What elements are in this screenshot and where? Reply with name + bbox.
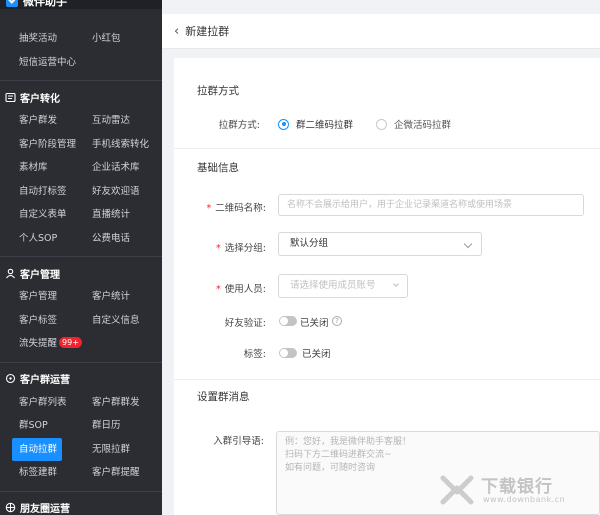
radio-label: 群二维码拉群	[296, 120, 354, 131]
sidebar-section-title: 客户转化	[20, 93, 60, 105]
sidebar-top-items: 抽奖活动 小红包 短信运营中心	[0, 27, 162, 74]
sidebar-item-custom-form[interactable]: 自定义表单	[0, 203, 72, 227]
watermark-url: www.downbank.cn	[483, 495, 566, 504]
sidebar-item-group-sop[interactable]: 群SOP	[0, 414, 72, 438]
intro-label: 入群引导语:	[213, 436, 264, 447]
sidebar-section-moments[interactable]: 朋友圈运营	[0, 496, 162, 515]
sidebar-item-tag-group[interactable]: 标签建群	[0, 461, 72, 485]
sidebar-item-group-list[interactable]: 客户群列表	[0, 391, 72, 415]
section-divider	[174, 148, 600, 149]
sidebar-section-customer-management[interactable]: 客户管理	[0, 261, 162, 285]
watermark: 下载银行 www.downbank.cn	[437, 470, 600, 515]
sidebar-item-stage-management[interactable]: 客户阶段管理	[0, 133, 76, 157]
top-strip	[162, 0, 600, 14]
sidebar-item-customer-tags[interactable]: 客户标签	[0, 309, 72, 333]
intro-placeholder-line: 例：您好，我是微伴助手客服！	[285, 437, 412, 447]
sidebar-item-personal-sop[interactable]: 个人SOP	[0, 227, 72, 251]
radio-selected-icon	[278, 118, 289, 130]
qrcode-name-label: * 二维码名称:	[206, 203, 266, 214]
help-icon[interactable]: ?	[332, 316, 342, 326]
people-icon	[5, 92, 16, 103]
section-title-basic: 基础信息	[197, 162, 239, 174]
sidebar-item-phone-leads[interactable]: 手机线索转化	[72, 133, 149, 157]
members-label: * 使用人员:	[216, 284, 266, 295]
sidebar-item-lottery[interactable]: 抽奖活动	[0, 27, 72, 51]
sidebar-section-items: 客户群发 互动雷达 客户阶段管理 手机线索转化 素材库 企业话术库 自动打标签 …	[0, 109, 162, 250]
group-icon	[5, 373, 16, 384]
sidebar-divider	[0, 361, 162, 363]
chevron-down-icon	[463, 239, 473, 249]
sidebar-section-items: 客户管理 客户统计 客户标签 自定义信息 流失提醒 99+	[0, 285, 162, 356]
sidebar-item-customer-stats[interactable]: 客户统计	[72, 285, 144, 309]
sidebar-item-material-library[interactable]: 素材库	[0, 156, 72, 180]
group-select[interactable]: 默认分组	[278, 232, 482, 256]
sidebar-item-red-packet[interactable]: 小红包	[72, 27, 144, 51]
section-divider	[174, 379, 600, 380]
sidebar: 微伴助手 抽奖活动 小红包 短信运营中心 客户转化 客户群发 互动雷达 客户阶段…	[0, 0, 162, 515]
sidebar-item-unlimited-pull-group[interactable]: 无限拉群	[72, 438, 144, 462]
sidebar-item-customer-management[interactable]: 客户管理	[0, 285, 72, 309]
tags-state: 已关闭	[302, 349, 331, 360]
radio-label: 企微活码拉群	[394, 120, 452, 131]
group-select-value: 默认分组	[290, 238, 329, 249]
section-title-message: 设置群消息	[197, 391, 250, 403]
page-title: 新建拉群	[185, 25, 230, 38]
sidebar-item-script-library[interactable]: 企业话术库	[72, 156, 144, 180]
sidebar-item-group-reminder[interactable]: 客户群提醒	[72, 461, 144, 485]
logo-icon	[6, 0, 18, 7]
qrcode-name-input[interactable]: 名称不会展示给用户，用于企业记录渠道名称或使用场景	[278, 194, 584, 216]
chevron-left-icon[interactable]: ‹	[174, 25, 179, 38]
members-placeholder: 请选择使用成员账号	[290, 280, 376, 291]
tags-label: 标签:	[243, 349, 266, 360]
user-icon	[5, 268, 16, 279]
brand-bar: 微伴助手	[0, 0, 162, 9]
verify-label: 好友验证:	[224, 318, 266, 329]
count-badge: 99+	[59, 337, 82, 348]
brand-name: 微伴助手	[23, 0, 67, 8]
sidebar-item-sms-center[interactable]: 短信运营中心	[0, 51, 76, 75]
sidebar-section-customer-conversion[interactable]: 客户转化	[0, 85, 162, 109]
watermark-name: 下载银行	[481, 477, 553, 497]
sidebar-section-title: 朋友圈运营	[20, 504, 70, 515]
sidebar-divider	[0, 80, 162, 81]
page-header: ‹ 新建拉群	[162, 14, 600, 49]
sidebar-item-churn-alert[interactable]: 流失提醒 99+	[0, 332, 82, 356]
form-card: 拉群方式 拉群方式: 群二维码拉群 企微活码拉群 基础信息 * 二维码名称: 名称…	[174, 58, 600, 515]
sidebar-item-welcome-message[interactable]: 好友欢迎语	[72, 180, 144, 204]
sidebar-item-auto-pull-group[interactable]: 自动拉群	[12, 437, 62, 461]
sidebar-item-custom-info[interactable]: 自定义信息	[72, 309, 144, 333]
radio-unselected-icon	[376, 118, 387, 130]
sidebar-item-group-broadcast[interactable]: 客户群群发	[72, 391, 144, 415]
verify-toggle[interactable]	[279, 316, 297, 326]
tags-toggle[interactable]	[279, 348, 297, 358]
method-label: 拉群方式:	[218, 120, 260, 131]
sidebar-item-group-calendar[interactable]: 群日历	[72, 414, 144, 438]
sidebar-section-items: 客户群列表 客户群群发 群SOP 群日历 自动拉群 无限拉群 标签建群 客户群提…	[0, 391, 162, 485]
moments-icon	[5, 502, 16, 513]
sidebar-item-interaction-radar[interactable]: 互动雷达	[72, 109, 144, 133]
sidebar-item-live-stats[interactable]: 直播统计	[72, 203, 144, 227]
sidebar-item-auto-tagging[interactable]: 自动打标签	[0, 180, 72, 204]
sidebar-item-label: 流失提醒	[19, 338, 58, 349]
section-title-method: 拉群方式	[197, 85, 239, 97]
verify-state: 已关闭	[300, 318, 329, 329]
chevron-down-icon	[393, 281, 399, 287]
watermark-logo	[440, 475, 474, 505]
sidebar-divider	[0, 490, 162, 492]
group-label: * 选择分组:	[216, 243, 266, 254]
radio-qr-group[interactable]: 群二维码拉群	[278, 117, 353, 131]
radio-live-code[interactable]: 企微活码拉群	[376, 117, 451, 131]
sidebar-item-customer-broadcast[interactable]: 客户群发	[0, 109, 72, 133]
sidebar-section-title: 客户群运营	[20, 375, 70, 386]
sidebar-section-group-operations[interactable]: 客户群运营	[0, 367, 162, 391]
members-select[interactable]: 请选择使用成员账号	[278, 274, 408, 298]
sidebar-divider	[0, 256, 162, 257]
intro-placeholder-line: 扫码下方二维码进群交流~	[285, 450, 392, 460]
sidebar-item-public-phone[interactable]: 公费电话	[72, 227, 144, 251]
sidebar-section-title: 客户管理	[20, 269, 60, 281]
